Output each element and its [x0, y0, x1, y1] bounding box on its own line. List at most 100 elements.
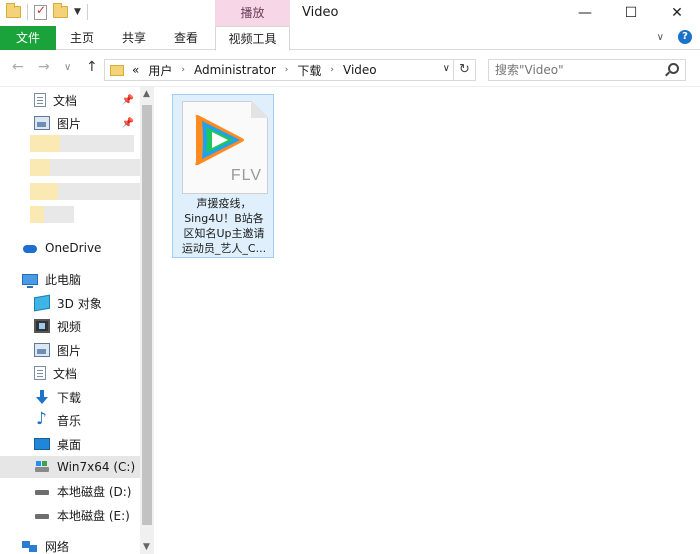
nav-item-label: 文档 [53, 93, 78, 108]
tab-file[interactable]: 文件 [0, 26, 56, 50]
tencent-video-icon [195, 115, 244, 166]
scroll-down-icon[interactable]: ▼ [143, 542, 150, 552]
file-extension-label: FLV [230, 167, 262, 184]
new-folder-icon[interactable] [53, 3, 68, 18]
breadcrumb-downloads[interactable]: 下载 [297, 62, 321, 79]
nav-item-this-pc[interactable]: 此电脑 [0, 268, 140, 290]
redacted-item [30, 206, 44, 223]
pictures-icon [34, 116, 50, 130]
folder-icon [110, 64, 124, 76]
onedrive-icon [22, 241, 38, 255]
nav-item-label: 视频 [57, 319, 82, 334]
breadcrumb-video[interactable]: Video [343, 63, 377, 77]
page-fold [251, 100, 269, 118]
nav-item-label: 3D 对象 [57, 296, 102, 311]
redacted-item [44, 206, 74, 223]
nav-item-network[interactable]: 网络 [0, 535, 140, 554]
drive-icon [34, 508, 50, 522]
nav-item-drive-d[interactable]: 本地磁盘 (D:) [0, 480, 140, 502]
nav-item-label: 本地磁盘 (D:) [57, 484, 132, 499]
folder-icon[interactable] [6, 3, 21, 18]
search-box [488, 59, 686, 81]
nav-item-drive-c[interactable]: Win7x64 (C:) [0, 456, 140, 478]
computer-icon [22, 273, 38, 288]
address-dropdown-icon[interactable]: ∨ [443, 63, 450, 74]
toolbar-separator [27, 4, 28, 20]
nav-item-drive-e[interactable]: 本地磁盘 (E:) [0, 504, 140, 526]
nav-item-label: 图片 [57, 116, 82, 131]
breadcrumb-overflow[interactable]: « [132, 63, 139, 77]
search-input[interactable] [489, 60, 659, 80]
tab-video-tools[interactable]: 视频工具 [215, 26, 290, 51]
ribbon-controls: ∨ ? [657, 30, 692, 44]
ribbon-tabs: 文件 主页 共享 查看 视频工具 ∨ ? [0, 26, 700, 51]
nav-item-desktop[interactable]: 桌面 [0, 433, 140, 455]
file-name-line: 运动员_艺人_C... [181, 242, 267, 255]
nav-item-music[interactable]: 音乐 [0, 409, 140, 431]
refresh-button[interactable]: ↻ [453, 60, 475, 80]
address-bar[interactable]: « 用户 › Administrator › 下载 › Video ∨ ↻ [104, 59, 476, 81]
redacted-item [30, 159, 50, 176]
toolbar-separator [86, 4, 88, 20]
chevron-right-icon[interactable]: › [181, 65, 185, 75]
file-list: FLV 声援疫线， Sing4U！B站各 区知名Up主邀请 运动员_艺人_C..… [154, 87, 700, 554]
3d-objects-icon [34, 294, 50, 312]
network-icon [22, 539, 38, 553]
tab-home[interactable]: 主页 [62, 26, 102, 50]
nav-item-label: OneDrive [45, 241, 102, 255]
nav-item-label: 网络 [45, 539, 70, 554]
redacted-item [30, 135, 60, 152]
nav-item-pictures[interactable]: 图片 [0, 339, 140, 361]
nav-item-3d-objects[interactable]: 3D 对象 [0, 292, 140, 314]
nav-item-videos[interactable]: 视频 [0, 315, 140, 337]
desktop-icon [34, 438, 50, 450]
nav-item-documents-quick[interactable]: 文档 📌 [0, 89, 140, 111]
tab-share[interactable]: 共享 [114, 26, 154, 50]
pictures-icon [34, 343, 50, 357]
nav-item-label: 此电脑 [45, 272, 82, 287]
nav-item-label: 本地磁盘 (E:) [57, 508, 130, 523]
nav-item-onedrive[interactable]: OneDrive [0, 237, 140, 259]
downloads-icon [34, 390, 50, 404]
close-button[interactable]: ✕ [654, 0, 700, 26]
file-name: 声援疫线， Sing4U！B站各 区知名Up主邀请 运动员_艺人_C... [177, 196, 271, 256]
title-bar: ▼ 播放 Video — ☐ ✕ [0, 0, 700, 26]
minimize-button[interactable]: — [562, 0, 608, 26]
properties-icon[interactable] [34, 3, 47, 20]
nav-item-pictures-quick[interactable]: 图片 📌 [0, 112, 140, 134]
file-thumbnail: FLV [182, 100, 269, 194]
nav-item-downloads[interactable]: 下载 [0, 386, 140, 408]
document-icon [34, 93, 46, 107]
nav-item-label: 下载 [57, 390, 82, 405]
help-icon[interactable]: ? [678, 30, 692, 44]
nav-item-label: 文档 [53, 366, 78, 381]
chevron-right-icon[interactable]: › [285, 65, 289, 75]
redacted-item [30, 183, 58, 200]
expand-ribbon-icon[interactable]: ∨ [657, 32, 664, 43]
nav-item-label: 图片 [57, 343, 82, 358]
nav-item-documents[interactable]: 文档 [0, 362, 140, 384]
quick-access-toolbar: ▼ [6, 3, 88, 20]
scroll-up-icon[interactable]: ▲ [143, 89, 150, 99]
file-item[interactable]: FLV 声援疫线， Sing4U！B站各 区知名Up主邀请 运动员_艺人_C..… [172, 94, 274, 258]
maximize-button[interactable]: ☐ [608, 0, 654, 26]
breadcrumb-users[interactable]: 用户 [148, 62, 172, 79]
up-button[interactable]: ↑ [86, 59, 98, 75]
back-button[interactable]: ← [12, 59, 24, 75]
redacted-item [60, 135, 134, 152]
nav-scrollbar[interactable]: ▲ ▼ [140, 87, 154, 554]
redacted-item [58, 183, 140, 200]
nav-item-label: 音乐 [57, 413, 82, 428]
file-name-line: 区知名Up主邀请 [183, 227, 265, 240]
breadcrumb-administrator[interactable]: Administrator [194, 63, 276, 77]
tab-view[interactable]: 查看 [166, 26, 206, 50]
forward-button[interactable]: → [38, 59, 50, 75]
customize-toolbar-icon[interactable]: ▼ [74, 7, 81, 17]
chevron-right-icon[interactable]: › [330, 65, 334, 75]
search-icon[interactable] [668, 63, 679, 74]
redacted-item [50, 159, 140, 176]
recent-locations-button[interactable]: ∨ [64, 62, 71, 73]
scrollbar-thumb[interactable] [142, 105, 152, 525]
drive-c-icon [34, 460, 50, 474]
music-icon [34, 409, 50, 429]
